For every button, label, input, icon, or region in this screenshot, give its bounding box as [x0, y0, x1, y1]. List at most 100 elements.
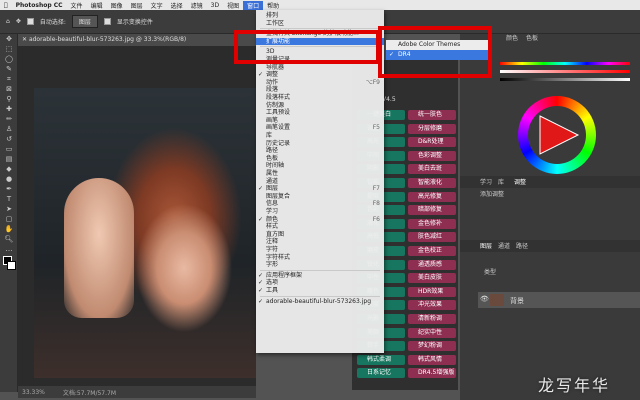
tab-learn[interactable]: 学习 [480, 178, 492, 188]
eyedropper-tool-icon[interactable]: ⚲ [2, 95, 16, 104]
tab-paths[interactable]: 路径 [516, 242, 528, 252]
window-menu-item[interactable]: 学习 [256, 208, 384, 215]
dr4-right-button[interactable]: 美白去斑 [408, 164, 456, 175]
window-menu-item[interactable]: 路径 [256, 147, 384, 154]
dr4-right-button[interactable]: 纪实中性 [408, 327, 456, 338]
window-menu-item[interactable]: 字符 [256, 246, 384, 253]
tab-adjustments[interactable]: 调整 [514, 178, 526, 188]
dr4-right-button[interactable]: DR4.5增强版 [408, 368, 456, 379]
home-icon[interactable]: ⌂ [6, 18, 10, 25]
marquee-tool-icon[interactable]: ⬚ [2, 45, 16, 54]
history-brush-tool-icon[interactable]: ↺ [2, 135, 16, 144]
dr4-right-button[interactable]: 金色校正 [408, 246, 456, 256]
dr4-right-button[interactable]: 通透质感 [408, 259, 456, 270]
window-menu-item[interactable]: 字形 [256, 261, 384, 268]
dr4-right-button[interactable]: 智能液化 [408, 178, 456, 188]
stamp-tool-icon[interactable]: ♙ [2, 125, 16, 134]
tab-channels[interactable]: 通道 [498, 242, 510, 252]
window-menu-item[interactable]: 直方图 [256, 231, 384, 238]
window-menu-item[interactable]: 属性 [256, 170, 384, 177]
path-select-tool-icon[interactable]: ➤ [2, 205, 16, 214]
window-menu-item[interactable]: 导航器 [256, 64, 384, 71]
dr4-left-button[interactable]: 日系记忆 [357, 368, 405, 379]
more-tools-icon[interactable]: … [2, 245, 16, 254]
dr4-right-button[interactable]: D&R处理 [408, 137, 456, 148]
saturation-slider[interactable] [500, 70, 630, 73]
blur-tool-icon[interactable]: ◆ [2, 165, 16, 174]
layer-kind-label[interactable]: 类型 [484, 268, 496, 278]
close-icon[interactable]: ✕ [22, 36, 29, 43]
hue-slider[interactable] [500, 62, 630, 65]
menu-help[interactable]: 帮助 [263, 1, 283, 10]
window-menu-item[interactable]: 画笔 [256, 117, 384, 124]
gradient-tool-icon[interactable]: ▤ [2, 155, 16, 164]
brightness-slider[interactable] [500, 78, 630, 81]
zoom-tool-icon[interactable]: 🔍︎ [2, 235, 16, 244]
window-menu-item[interactable]: ✓ adorable-beautiful-blur-573263.jpg [256, 298, 384, 305]
menu-filter[interactable]: 滤镜 [187, 1, 207, 10]
dr4-right-button[interactable]: 梦幻粉调 [408, 341, 456, 352]
menu-layer[interactable]: 图层 [127, 1, 147, 10]
tab-color[interactable]: 颜色 [506, 34, 518, 44]
window-menu-item[interactable]: 工作区 [256, 20, 384, 27]
dr4-right-button[interactable]: 冲光效果 [408, 300, 456, 311]
frame-tool-icon[interactable]: ⊠ [2, 85, 16, 94]
show-transform-checkbox[interactable] [103, 18, 111, 25]
menu-3d[interactable]: 3D [207, 2, 223, 9]
window-menu-item[interactable]: ✓ 颜色 F6 [256, 216, 384, 223]
window-menu-item[interactable]: 历史记录 [256, 140, 384, 147]
healing-tool-icon[interactable]: ✚ [2, 105, 16, 114]
zoom-level[interactable]: 33.33% [22, 389, 45, 396]
color-swatch-icon[interactable] [2, 255, 16, 271]
canvas-area[interactable] [18, 46, 256, 386]
auto-select-checkbox[interactable] [26, 18, 34, 25]
window-menu-item[interactable]: 信息 F8 [256, 200, 384, 207]
window-menu-item[interactable]: 通道 [256, 178, 384, 185]
window-menu-item[interactable]: ✓ 工具 [256, 287, 384, 294]
eraser-tool-icon[interactable]: ▭ [2, 145, 16, 154]
dodge-tool-icon[interactable]: ● [2, 175, 16, 184]
window-menu-item[interactable]: 图层复合 [256, 193, 384, 200]
window-menu-item[interactable]: ✓ 图层 F7 [256, 185, 384, 192]
brush-tool-icon[interactable]: ✏ [2, 115, 16, 124]
menu-file[interactable]: 文件 [67, 1, 87, 10]
quick-select-tool-icon[interactable]: ✎ [2, 65, 16, 74]
dr4-right-button[interactable]: 分层修磨 [408, 123, 456, 134]
window-menu-item[interactable]: 注释 [256, 238, 384, 245]
apple-icon[interactable]:  [0, 2, 12, 9]
menu-image[interactable]: 图像 [107, 1, 127, 10]
document-tab[interactable]: ✕ adorable-beautiful-blur-573263.jpg @ 3… [18, 34, 258, 46]
dr4-right-button[interactable]: 韩式风情 [408, 354, 456, 365]
dr4-right-button[interactable]: 暗部修复 [408, 205, 456, 216]
pen-tool-icon[interactable]: ✒ [2, 185, 16, 194]
move-tool-icon[interactable]: ✥ [16, 18, 21, 25]
auto-select-dropdown[interactable]: 图层 [71, 15, 98, 28]
dr4-right-button[interactable]: 清新粉调 [408, 314, 456, 324]
dr4-right-button[interactable]: 色彩调整 [408, 150, 456, 161]
dr4-right-button[interactable]: HDR效果 [408, 286, 456, 297]
window-menu-item[interactable]: 字符样式 [256, 254, 384, 261]
dr4-right-button[interactable]: 高光修复 [408, 191, 456, 202]
window-menu-item[interactable]: ✓ 调整 [256, 71, 384, 78]
window-menu-item[interactable]: 动作 ⌥F9 [256, 79, 384, 86]
shape-tool-icon[interactable]: ▢ [2, 215, 16, 224]
window-menu-item[interactable]: 时间轴 [256, 162, 384, 169]
dr4-right-button[interactable]: 金色修补 [408, 218, 456, 229]
window-menu-item[interactable]: 段落 [256, 86, 384, 93]
window-menu-item[interactable]: 库 [256, 132, 384, 139]
menu-edit[interactable]: 编辑 [87, 1, 107, 10]
window-menu-item[interactable]: 色板 [256, 155, 384, 162]
app-menu[interactable]: Photoshop CC [12, 2, 67, 9]
window-menu-item[interactable]: 仿制源 [256, 102, 384, 109]
visibility-icon[interactable]: 👁︎ [480, 295, 489, 303]
window-menu-item[interactable]: 画笔设置 F5 [256, 124, 384, 131]
window-menu-item[interactable]: ✓ 应用程序框架 [256, 272, 384, 279]
color-wheel[interactable] [518, 96, 596, 174]
window-menu-item[interactable]: 工具预设 [256, 109, 384, 116]
dr4-right-button[interactable]: 美白皮肤 [408, 273, 456, 284]
color-triangle[interactable] [532, 110, 582, 160]
dr4-right-button[interactable]: 统一肤色 [408, 110, 456, 120]
crop-tool-icon[interactable]: ⌗ [2, 75, 16, 84]
menu-window[interactable]: 窗口 [243, 0, 264, 10]
menu-type[interactable]: 文字 [147, 1, 167, 10]
